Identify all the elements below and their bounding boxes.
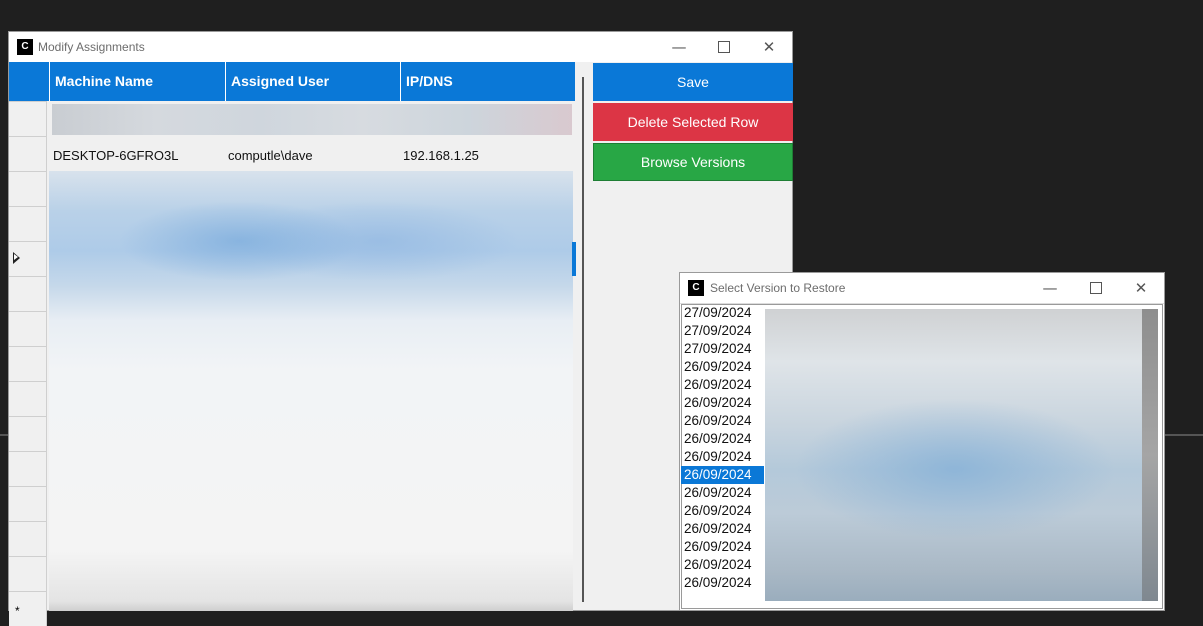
version-item[interactable]: 26/09/2024	[681, 574, 764, 592]
row-header[interactable]	[9, 101, 47, 136]
version-item[interactable]: 27/09/2024	[681, 304, 764, 322]
grid-header: Machine Name Assigned User IP/DNS	[9, 62, 575, 101]
version-item[interactable]: 26/09/2024	[681, 448, 764, 466]
version-item-selected[interactable]: 26/09/2024	[681, 466, 764, 484]
row-header[interactable]	[9, 451, 47, 486]
app-icon: C	[17, 39, 33, 55]
save-button[interactable]: Save	[593, 63, 793, 101]
minimize-icon[interactable]: —	[669, 38, 689, 56]
obscured-grid-area	[49, 171, 573, 611]
cell-assigned-user[interactable]: computle\dave	[228, 148, 313, 163]
row-header[interactable]	[9, 556, 47, 591]
background-divider	[0, 434, 8, 436]
minimize-icon[interactable]: —	[1040, 279, 1060, 297]
version-item[interactable]: 26/09/2024	[681, 520, 764, 538]
version-item[interactable]: 26/09/2024	[681, 376, 764, 394]
maximize-icon[interactable]	[1090, 282, 1102, 294]
background-divider	[1160, 434, 1203, 436]
delete-selected-row-button[interactable]: Delete Selected Row	[593, 103, 793, 141]
vertical-scrollbar[interactable]	[582, 77, 584, 602]
row-header[interactable]	[9, 171, 47, 206]
row-header-column: *	[9, 101, 47, 626]
new-row-marker: *	[15, 604, 20, 618]
modify-assignments-window: C Modify Assignments — ✕ Machine Name As…	[8, 31, 793, 626]
cell-ip-dns[interactable]: 192.168.1.25	[403, 148, 479, 163]
row-header[interactable]	[9, 346, 47, 381]
browse-versions-button[interactable]: Browse Versions	[593, 143, 793, 181]
version-item[interactable]: 26/09/2024	[681, 538, 764, 556]
row-header[interactable]	[9, 276, 47, 311]
column-header-ip-dns[interactable]: IP/DNS	[400, 62, 575, 101]
title-bar[interactable]: C Select Version to Restore — ✕	[680, 273, 1164, 304]
version-item[interactable]: 26/09/2024	[681, 394, 764, 412]
column-header-machine-name[interactable]: Machine Name	[49, 62, 225, 101]
row-header[interactable]	[9, 416, 47, 451]
window-title: Modify Assignments	[38, 40, 145, 54]
grid-corner-cell[interactable]	[9, 62, 49, 101]
title-bar[interactable]: C Modify Assignments — ✕	[9, 32, 792, 62]
version-item[interactable]: 27/09/2024	[681, 322, 764, 340]
row-header[interactable]	[9, 521, 47, 556]
version-item[interactable]: 26/09/2024	[681, 412, 764, 430]
obscured-row	[52, 104, 572, 135]
close-icon[interactable]: ✕	[1131, 279, 1151, 297]
row-header-current[interactable]	[9, 241, 47, 276]
cell-machine-name[interactable]: DESKTOP-6GFRO3L	[53, 148, 178, 163]
version-item[interactable]: 26/09/2024	[681, 556, 764, 574]
version-item[interactable]: 26/09/2024	[681, 484, 764, 502]
version-item[interactable]: 26/09/2024	[681, 502, 764, 520]
close-icon[interactable]: ✕	[759, 38, 779, 56]
row-header[interactable]	[9, 311, 47, 346]
column-header-assigned-user[interactable]: Assigned User	[225, 62, 400, 101]
row-header-new[interactable]: *	[9, 591, 47, 626]
version-list-items: 27/09/2024 27/09/2024 27/09/2024 26/09/2024…	[681, 304, 764, 592]
row-header[interactable]	[9, 206, 47, 241]
maximize-icon[interactable]	[718, 41, 730, 53]
app-icon: C	[688, 280, 704, 296]
version-item[interactable]: 27/09/2024	[681, 340, 764, 358]
obscured-version-details	[765, 309, 1158, 601]
version-item[interactable]: 26/09/2024	[681, 430, 764, 448]
row-header[interactable]	[9, 136, 47, 171]
obscured-version-edge	[1142, 309, 1158, 601]
version-item[interactable]: 26/09/2024	[681, 358, 764, 376]
row-header[interactable]	[9, 381, 47, 416]
selected-row-edge	[572, 242, 576, 276]
row-header[interactable]	[9, 486, 47, 521]
select-version-window: C Select Version to Restore — ✕ 27/09/20…	[679, 272, 1165, 611]
window-title: Select Version to Restore	[710, 281, 846, 295]
